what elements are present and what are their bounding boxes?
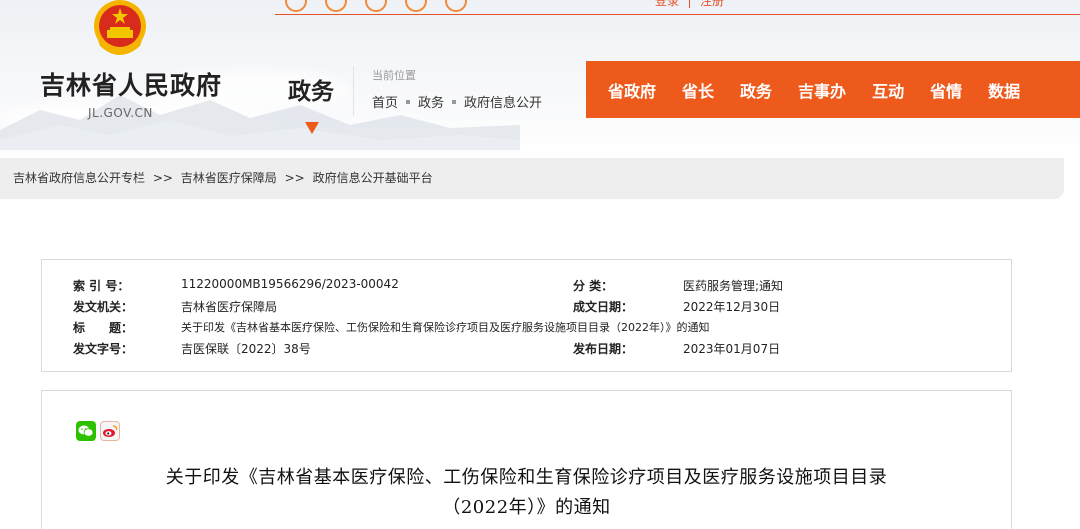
published-date-value: 2023年01月07日 — [683, 342, 781, 356]
nav-item-interaction[interactable]: 互动 — [872, 78, 904, 102]
breadcrumb: 吉林省政府信息公开专栏 >> 吉林省医疗保障局 >> 政府信息公开基础平台 — [0, 158, 1064, 199]
nav-item-data[interactable]: 数据 — [988, 78, 1020, 102]
meta-row: 发文字号： 吉医保联〔2022〕38号 发布日期： 2023年01月07日 — [42, 340, 1011, 358]
header-breadcrumb: 首页 政务 政府信息公开 — [372, 92, 542, 111]
meta-row: 索 引 号： 11220000MB19566296/2023-00042 分 类… — [42, 277, 1011, 295]
avatar-icon[interactable] — [445, 0, 467, 12]
breadcrumb-item-disclosure-column[interactable]: 吉林省政府信息公开专栏 — [13, 171, 145, 185]
document-meta-box: 索 引 号： 11220000MB19566296/2023-00042 分 类… — [41, 259, 1012, 372]
nav-item-affairs[interactable]: 政务 — [740, 78, 772, 102]
category-value: 医药服务管理;通知 — [683, 279, 784, 293]
index-label: 索 引 号： — [73, 279, 130, 293]
site-header: 吉林省人民政府 JL.GOV.CN 登录 注册 政务 当前位置 首页 政务 政府… — [0, 0, 1080, 158]
wechat-icon[interactable] — [76, 421, 96, 441]
main-nav: 省政府 省长 政务 吉事办 互动 省情 数据 — [586, 61, 1080, 118]
login-link[interactable]: 登录 — [655, 0, 679, 9]
index-value: 11220000MB19566296/2023-00042 — [181, 277, 399, 291]
meta-row: 发文机关： 吉林省医疗保障局 成文日期： 2022年12月30日 — [42, 298, 1011, 316]
published-date-label: 发布日期： — [573, 342, 634, 356]
top-divider-line — [275, 14, 1080, 15]
site-title[interactable]: 吉林省人民政府 — [40, 66, 222, 102]
link-separator — [689, 0, 691, 8]
share-buttons — [76, 421, 120, 441]
created-date-label: 成文日期： — [573, 300, 634, 314]
header-divider — [353, 66, 354, 116]
top-links: 登录 注册 — [655, 0, 724, 9]
created-date-value: 2022年12月30日 — [683, 300, 781, 314]
breadcrumb-item-medical-security-bureau[interactable]: 吉林省医疗保障局 — [181, 171, 277, 185]
nav-item-provincial-gov[interactable]: 省政府 — [608, 78, 656, 102]
site-domain: JL.GOV.CN — [88, 106, 153, 120]
doc-number-value: 吉医保联〔2022〕38号 — [181, 342, 311, 356]
location-label: 当前位置 — [372, 69, 416, 82]
article-title: 关于印发《吉林省基本医疗保险、工伤保险和生育保险诊疗项目及医疗服务设施项目目录 … — [42, 463, 1011, 523]
issuer-label: 发文机关： — [73, 300, 134, 314]
section-name[interactable]: 政务 — [288, 72, 334, 106]
crumb-affairs[interactable]: 政务 — [418, 92, 444, 111]
doc-number-label: 发文字号： — [73, 342, 134, 356]
top-icon-row — [285, 0, 467, 12]
title-label: 标 题： — [73, 321, 134, 335]
crumb-separator — [406, 99, 411, 104]
article-title-line: 关于印发《吉林省基本医疗保险、工伤保险和生育保险诊疗项目及医疗服务设施项目目录 — [165, 467, 888, 488]
article-title-line: （2022年）》的通知 — [442, 497, 611, 518]
breadcrumb-separator: >> — [152, 171, 173, 185]
search-icon[interactable] — [325, 0, 347, 12]
issuer-value: 吉林省医疗保障局 — [181, 300, 278, 314]
meta-row: 标 题： 关于印发《吉林省基本医疗保险、工伤保险和生育保险诊疗项目及医疗服务设施… — [42, 319, 1011, 337]
nav-item-governor[interactable]: 省长 — [682, 78, 714, 102]
article-body: 关于印发《吉林省基本医疗保险、工伤保险和生育保险诊疗项目及医疗服务设施项目目录 … — [41, 390, 1012, 529]
breadcrumb-separator: >> — [284, 171, 305, 185]
crumb-info-disclosure[interactable]: 政府信息公开 — [464, 92, 542, 111]
breadcrumb-item-base-platform[interactable]: 政府信息公开基础平台 — [313, 171, 433, 185]
mobile-icon[interactable] — [365, 0, 387, 12]
category-label: 分 类： — [573, 279, 614, 293]
nav-item-province-info[interactable]: 省情 — [930, 78, 962, 102]
register-link[interactable]: 注册 — [700, 0, 724, 9]
crumb-separator — [452, 99, 457, 104]
accessibility-icon[interactable] — [285, 0, 307, 12]
weibo-icon[interactable] — [100, 421, 120, 441]
national-emblem-icon[interactable] — [92, 0, 148, 60]
title-value: 关于印发《吉林省基本医疗保险、工伤保险和生育保险诊疗项目及医疗服务设施项目目录（… — [181, 321, 710, 334]
service-icon[interactable] — [405, 0, 427, 12]
section-arrow-icon — [305, 122, 319, 134]
crumb-home[interactable]: 首页 — [372, 92, 398, 111]
nav-item-jishiban[interactable]: 吉事办 — [798, 78, 846, 102]
